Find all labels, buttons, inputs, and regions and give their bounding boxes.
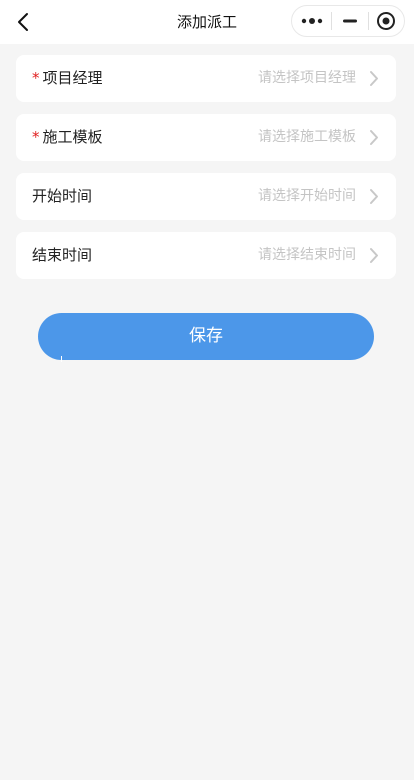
end-time-label: 结束时间 — [32, 246, 93, 264]
construction-template-placeholder: 请选择施工模板 — [258, 129, 356, 145]
start-time-field[interactable]: 开始时间 请选择开始时间 — [16, 173, 396, 220]
end-time-placeholder: 请选择结束时间 — [258, 247, 356, 263]
construction-template-label-text: 施工模板 — [42, 128, 103, 146]
chevron-right-icon — [370, 189, 378, 204]
required-mark: * — [32, 128, 40, 146]
required-mark: * — [32, 69, 40, 87]
mini-program-capsule — [291, 5, 405, 37]
start-time-label: 开始时间 — [32, 187, 93, 205]
chevron-right-icon — [370, 248, 378, 263]
start-time-placeholder: 请选择开始时间 — [258, 188, 356, 204]
page: 添加派工 * 项目经理 请选择项目经理 * 施工模板 请选择施工模板 开始时间 … — [0, 0, 414, 780]
minimize-button[interactable] — [332, 6, 367, 36]
project-manager-placeholder: 请选择项目经理 — [258, 70, 356, 86]
more-button[interactable] — [292, 6, 331, 36]
close-mini-program-button[interactable] — [369, 6, 404, 36]
cursor-mark — [61, 356, 62, 362]
more-dots-icon — [301, 18, 322, 24]
construction-template-field[interactable]: * 施工模板 请选择施工模板 — [16, 114, 396, 161]
construction-template-label: * 施工模板 — [32, 114, 103, 161]
chevron-right-icon — [370, 71, 378, 86]
nav-bar: 添加派工 — [0, 0, 414, 44]
target-circle-icon — [377, 12, 396, 30]
chevron-right-icon — [370, 130, 378, 145]
end-time-field[interactable]: 结束时间 请选择结束时间 — [16, 232, 396, 279]
project-manager-label-text: 项目经理 — [42, 69, 103, 87]
project-manager-label: * 项目经理 — [32, 55, 103, 102]
minimize-icon — [342, 19, 357, 23]
project-manager-field[interactable]: * 项目经理 请选择项目经理 — [16, 55, 396, 102]
save-button[interactable]: 保存 — [38, 313, 374, 360]
